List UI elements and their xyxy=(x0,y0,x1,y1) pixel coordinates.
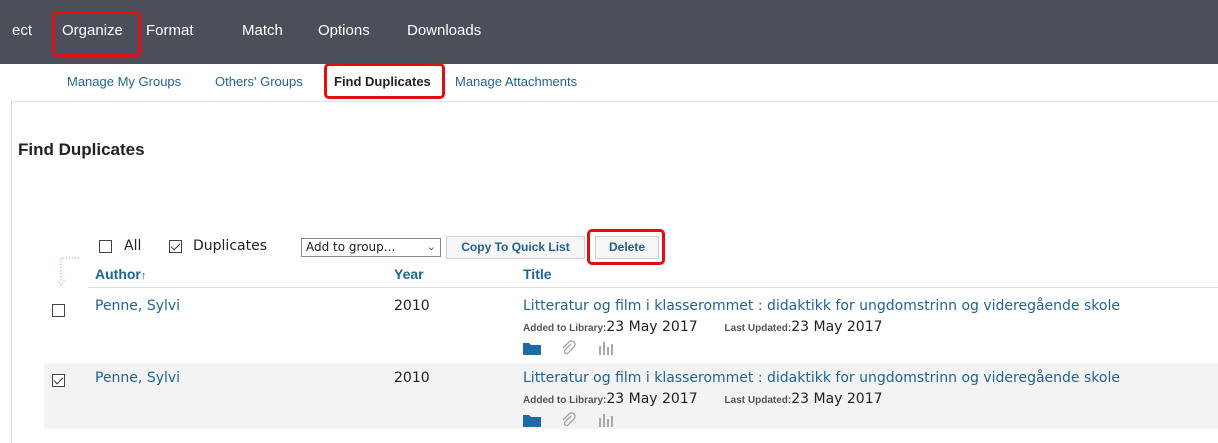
chevron-down-icon: ⌄ xyxy=(426,240,436,253)
nav-item-select[interactable]: ect xyxy=(12,22,32,39)
attachment-icon[interactable] xyxy=(560,340,576,360)
nav-item-format[interactable]: Format xyxy=(146,22,194,39)
table-row: Penne, Sylvi 2010 Litteratur og film i k… xyxy=(44,363,1218,429)
row-checkbox[interactable] xyxy=(52,304,65,317)
attachment-icon[interactable] xyxy=(560,412,576,432)
row-title[interactable]: Litteratur og film i klasserommet : dida… xyxy=(523,298,1120,314)
subnav-others-groups[interactable]: Others' Groups xyxy=(215,74,303,89)
nav-item-downloads[interactable]: Downloads xyxy=(407,22,481,39)
duplicates-checkbox[interactable] xyxy=(169,240,182,253)
bar-chart-icon[interactable] xyxy=(598,412,614,431)
row-title[interactable]: Litteratur og film i klasserommet : dida… xyxy=(523,370,1120,386)
subnav-manage-my-groups[interactable]: Manage My Groups xyxy=(67,74,181,89)
added-label: Added to Library: xyxy=(523,395,607,406)
duplicates-label: Duplicates xyxy=(193,238,267,254)
title-column-header[interactable]: Title xyxy=(523,266,552,282)
subnav-find-duplicates[interactable]: Find Duplicates xyxy=(334,74,431,89)
updated-label: Last Updated: xyxy=(724,395,792,406)
all-checkbox[interactable] xyxy=(99,240,112,253)
added-date: 23 May 2017 xyxy=(606,391,698,407)
nav-item-match[interactable]: Match xyxy=(242,22,283,39)
row-author[interactable]: Penne, Sylvi xyxy=(95,370,180,386)
nav-item-options[interactable]: Options xyxy=(318,22,370,39)
add-to-group-select[interactable]: Add to group... ⌄ xyxy=(301,238,441,257)
added-label: Added to Library: xyxy=(523,323,607,334)
updated-label: Last Updated: xyxy=(724,323,792,334)
author-column-header[interactable]: Author↑ xyxy=(95,266,146,282)
year-column-header[interactable]: Year xyxy=(394,266,424,282)
sort-asc-icon: ↑ xyxy=(140,270,147,282)
row-year: 2010 xyxy=(394,370,430,386)
updated-date: 23 May 2017 xyxy=(791,391,883,407)
header-divider xyxy=(88,287,1218,288)
folder-icon[interactable] xyxy=(523,412,541,431)
nav-item-organize[interactable]: Organize xyxy=(62,22,123,39)
content-left-border xyxy=(11,101,12,443)
folder-icon[interactable] xyxy=(523,340,541,359)
dotted-arrow-icon xyxy=(58,257,79,286)
row-meta: Added to Library:23 May 2017 Last Update… xyxy=(523,391,883,407)
add-to-group-value: Add to group... xyxy=(306,240,396,254)
subnav-manage-attachments[interactable]: Manage Attachments xyxy=(455,74,577,89)
row-checkbox[interactable] xyxy=(52,374,65,387)
subnav-divider xyxy=(11,101,1218,102)
row-meta: Added to Library:23 May 2017 Last Update… xyxy=(523,319,883,335)
page-title: Find Duplicates xyxy=(18,140,145,159)
updated-date: 23 May 2017 xyxy=(791,319,883,335)
all-label: All xyxy=(124,238,142,254)
copy-to-quick-list-button[interactable]: Copy To Quick List xyxy=(446,236,585,259)
bar-chart-icon[interactable] xyxy=(598,340,614,359)
row-year: 2010 xyxy=(394,298,430,314)
table-row: Penne, Sylvi 2010 Litteratur og film i k… xyxy=(44,291,1218,357)
author-header-label: Author xyxy=(95,266,141,282)
row-author[interactable]: Penne, Sylvi xyxy=(95,298,180,314)
top-nav-bar: ect Organize Format Match Options Downlo… xyxy=(0,0,1218,64)
delete-button[interactable]: Delete xyxy=(595,236,659,259)
added-date: 23 May 2017 xyxy=(606,319,698,335)
